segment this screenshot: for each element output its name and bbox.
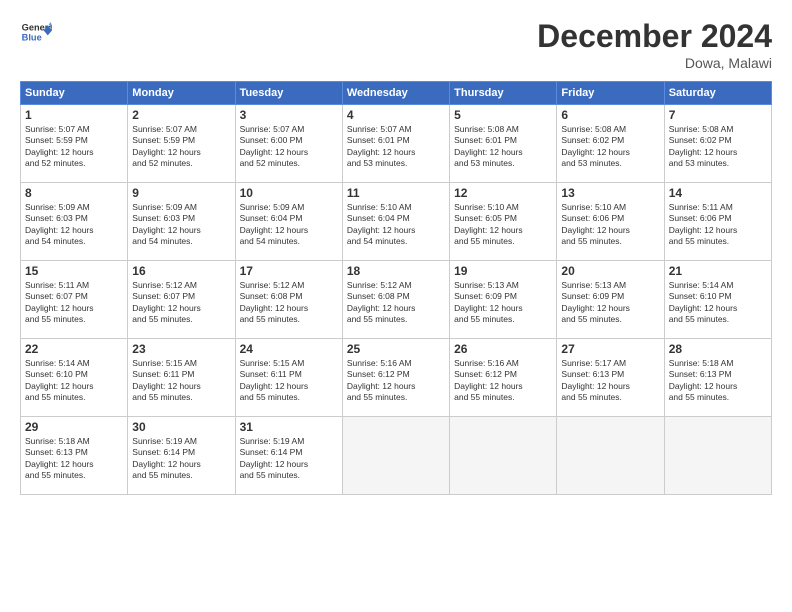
calendar-table: SundayMondayTuesdayWednesdayThursdayFrid…	[20, 81, 772, 495]
week-row: 22Sunrise: 5:14 AM Sunset: 6:10 PM Dayli…	[21, 339, 772, 417]
month-title: December 2024	[537, 18, 772, 55]
calendar-cell: 19Sunrise: 5:13 AM Sunset: 6:09 PM Dayli…	[450, 261, 557, 339]
calendar-cell: 16Sunrise: 5:12 AM Sunset: 6:07 PM Dayli…	[128, 261, 235, 339]
col-header-monday: Monday	[128, 82, 235, 105]
calendar-cell: 31Sunrise: 5:19 AM Sunset: 6:14 PM Dayli…	[235, 417, 342, 495]
svg-text:Blue: Blue	[22, 32, 42, 42]
week-row: 1Sunrise: 5:07 AM Sunset: 5:59 PM Daylig…	[21, 105, 772, 183]
calendar-cell	[450, 417, 557, 495]
calendar-page: General Blue December 2024 Dowa, Malawi …	[0, 0, 792, 612]
location: Dowa, Malawi	[537, 55, 772, 71]
calendar-cell: 12Sunrise: 5:10 AM Sunset: 6:05 PM Dayli…	[450, 183, 557, 261]
logo-icon: General Blue	[20, 18, 52, 46]
calendar-cell: 2Sunrise: 5:07 AM Sunset: 5:59 PM Daylig…	[128, 105, 235, 183]
calendar-cell: 10Sunrise: 5:09 AM Sunset: 6:04 PM Dayli…	[235, 183, 342, 261]
calendar-cell: 28Sunrise: 5:18 AM Sunset: 6:13 PM Dayli…	[664, 339, 771, 417]
calendar-cell: 7Sunrise: 5:08 AM Sunset: 6:02 PM Daylig…	[664, 105, 771, 183]
col-header-sunday: Sunday	[21, 82, 128, 105]
calendar-cell: 21Sunrise: 5:14 AM Sunset: 6:10 PM Dayli…	[664, 261, 771, 339]
calendar-cell: 17Sunrise: 5:12 AM Sunset: 6:08 PM Dayli…	[235, 261, 342, 339]
calendar-cell: 4Sunrise: 5:07 AM Sunset: 6:01 PM Daylig…	[342, 105, 449, 183]
calendar-cell: 6Sunrise: 5:08 AM Sunset: 6:02 PM Daylig…	[557, 105, 664, 183]
col-header-wednesday: Wednesday	[342, 82, 449, 105]
calendar-cell: 27Sunrise: 5:17 AM Sunset: 6:13 PM Dayli…	[557, 339, 664, 417]
calendar-cell: 23Sunrise: 5:15 AM Sunset: 6:11 PM Dayli…	[128, 339, 235, 417]
calendar-cell: 20Sunrise: 5:13 AM Sunset: 6:09 PM Dayli…	[557, 261, 664, 339]
calendar-cell: 9Sunrise: 5:09 AM Sunset: 6:03 PM Daylig…	[128, 183, 235, 261]
calendar-cell: 1Sunrise: 5:07 AM Sunset: 5:59 PM Daylig…	[21, 105, 128, 183]
calendar-cell: 13Sunrise: 5:10 AM Sunset: 6:06 PM Dayli…	[557, 183, 664, 261]
calendar-cell: 11Sunrise: 5:10 AM Sunset: 6:04 PM Dayli…	[342, 183, 449, 261]
calendar-cell: 18Sunrise: 5:12 AM Sunset: 6:08 PM Dayli…	[342, 261, 449, 339]
calendar-cell	[664, 417, 771, 495]
week-row: 15Sunrise: 5:11 AM Sunset: 6:07 PM Dayli…	[21, 261, 772, 339]
calendar-cell: 25Sunrise: 5:16 AM Sunset: 6:12 PM Dayli…	[342, 339, 449, 417]
calendar-cell: 29Sunrise: 5:18 AM Sunset: 6:13 PM Dayli…	[21, 417, 128, 495]
calendar-cell: 3Sunrise: 5:07 AM Sunset: 6:00 PM Daylig…	[235, 105, 342, 183]
header-row: SundayMondayTuesdayWednesdayThursdayFrid…	[21, 82, 772, 105]
header: General Blue December 2024 Dowa, Malawi	[20, 18, 772, 71]
calendar-cell: 24Sunrise: 5:15 AM Sunset: 6:11 PM Dayli…	[235, 339, 342, 417]
col-header-tuesday: Tuesday	[235, 82, 342, 105]
title-block: December 2024 Dowa, Malawi	[537, 18, 772, 71]
calendar-cell	[557, 417, 664, 495]
calendar-cell: 15Sunrise: 5:11 AM Sunset: 6:07 PM Dayli…	[21, 261, 128, 339]
calendar-cell: 14Sunrise: 5:11 AM Sunset: 6:06 PM Dayli…	[664, 183, 771, 261]
calendar-cell: 26Sunrise: 5:16 AM Sunset: 6:12 PM Dayli…	[450, 339, 557, 417]
calendar-cell: 22Sunrise: 5:14 AM Sunset: 6:10 PM Dayli…	[21, 339, 128, 417]
calendar-cell: 5Sunrise: 5:08 AM Sunset: 6:01 PM Daylig…	[450, 105, 557, 183]
col-header-thursday: Thursday	[450, 82, 557, 105]
calendar-cell	[342, 417, 449, 495]
calendar-cell: 30Sunrise: 5:19 AM Sunset: 6:14 PM Dayli…	[128, 417, 235, 495]
week-row: 8Sunrise: 5:09 AM Sunset: 6:03 PM Daylig…	[21, 183, 772, 261]
col-header-friday: Friday	[557, 82, 664, 105]
calendar-cell: 8Sunrise: 5:09 AM Sunset: 6:03 PM Daylig…	[21, 183, 128, 261]
week-row: 29Sunrise: 5:18 AM Sunset: 6:13 PM Dayli…	[21, 417, 772, 495]
col-header-saturday: Saturday	[664, 82, 771, 105]
logo: General Blue	[20, 18, 52, 46]
